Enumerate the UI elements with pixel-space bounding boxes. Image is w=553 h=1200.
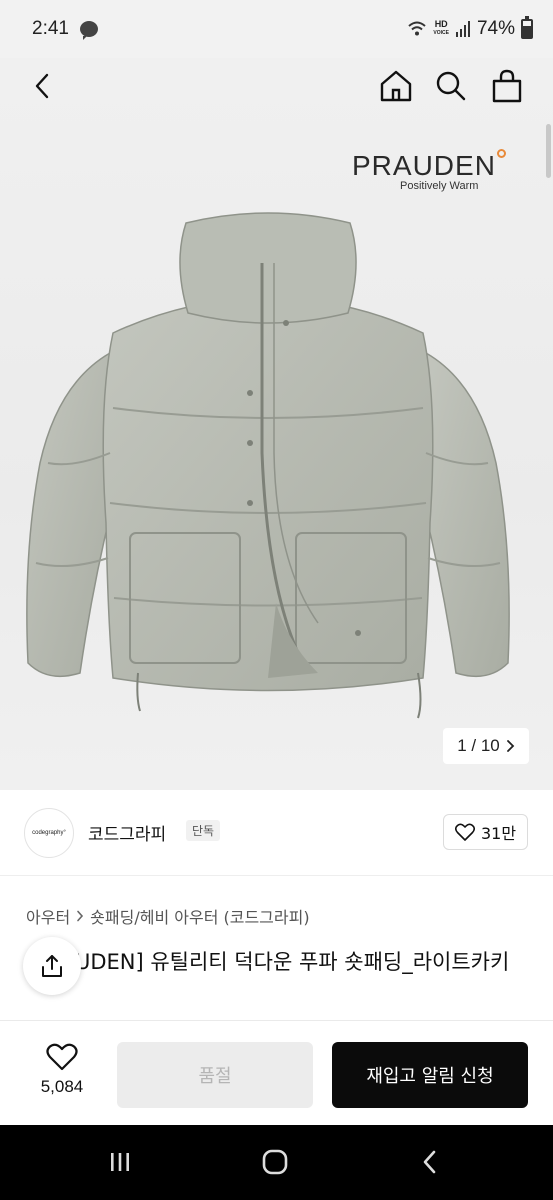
top-navigation <box>0 58 553 118</box>
wishlist-button[interactable]: 5,084 <box>26 1043 98 1097</box>
right-sleeve <box>422 351 510 678</box>
brand-tagline: Positively Warm <box>400 180 479 192</box>
recent-apps-icon <box>111 1153 129 1171</box>
brand-logo-text: PRAUDEN <box>352 150 496 181</box>
product-image <box>26 212 510 719</box>
chevron-right-icon <box>506 740 515 752</box>
search-icon <box>436 71 466 101</box>
image-page-indicator[interactable]: 1 / 10 <box>443 728 529 764</box>
back-button[interactable] <box>22 66 62 106</box>
heart-icon <box>46 1043 78 1071</box>
heart-icon <box>454 823 475 841</box>
product-image-gallery[interactable]: PRAUDEN Positively Warm 1 / 10 <box>0 58 553 790</box>
breadcrumb-item[interactable]: 아우터 <box>26 904 70 928</box>
cart-button[interactable] <box>487 66 527 106</box>
signal-icon <box>455 21 470 37</box>
share-button[interactable] <box>23 937 81 995</box>
wifi-icon <box>408 21 427 36</box>
sold-out-button: 품절 <box>117 1042 313 1108</box>
battery-percent: 74% <box>476 18 515 39</box>
back-nav-button[interactable] <box>410 1147 450 1177</box>
home-circle-icon <box>262 1149 288 1175</box>
left-sleeve <box>26 351 114 678</box>
battery-icon <box>521 16 533 39</box>
home-button[interactable] <box>376 66 416 106</box>
seller-name[interactable]: 코드그라피 <box>88 820 166 845</box>
chevron-right-icon <box>77 910 84 922</box>
home-nav-button[interactable] <box>255 1147 295 1177</box>
scrollbar[interactable] <box>546 124 551 178</box>
product-title: [PRAUDEN] 유틸리티 덕다운 푸파 숏패딩_라이트카키 <box>26 950 510 974</box>
jacket-collar <box>179 212 357 324</box>
seller-like-count: 31만 <box>480 824 517 843</box>
system-navigation-bar <box>0 1125 553 1200</box>
seller-avatar-logo: codegraphy° <box>32 830 66 836</box>
recent-apps-button[interactable] <box>100 1147 140 1177</box>
page-indicator-text: 1 / 10 <box>457 736 500 755</box>
seller-like-button[interactable]: 31만 <box>443 814 528 850</box>
share-icon <box>42 955 62 977</box>
status-bar: 2:41 HD VOICE 74% <box>0 0 553 58</box>
breadcrumb: 아우터 숏패딩/헤비 아우터 (코드그라피) <box>26 904 310 928</box>
brand-logo-dot <box>496 149 506 158</box>
home-icon <box>380 70 412 102</box>
status-icons: HD VOICE 74% <box>407 16 533 40</box>
bottom-action-bar: 5,084 품절 재입고 알림 신청 <box>0 1020 553 1125</box>
seller-avatar[interactable]: codegraphy° <box>24 808 74 858</box>
brand-logo: PRAUDEN Positively Warm <box>352 149 532 192</box>
hd-voice-indicator: HD VOICE <box>433 19 449 37</box>
search-button[interactable] <box>431 66 471 106</box>
status-time: 2:41 <box>32 18 69 39</box>
jacket-body <box>102 297 434 692</box>
breadcrumb-item[interactable]: 숏패딩/헤비 아우터 (코드그라피) <box>90 904 309 928</box>
seller-row[interactable]: codegraphy° 코드그라피 단독 31만 <box>0 790 553 876</box>
exclusive-badge: 단독 <box>186 820 221 841</box>
shopping-bag-icon <box>492 69 522 103</box>
back-arrow-icon <box>35 73 49 99</box>
kakaotalk-notification-icon <box>80 21 98 40</box>
wishlist-count: 5,084 <box>40 1077 84 1096</box>
back-chevron-icon <box>423 1150 436 1174</box>
restock-alert-button[interactable]: 재입고 알림 신청 <box>332 1042 528 1108</box>
